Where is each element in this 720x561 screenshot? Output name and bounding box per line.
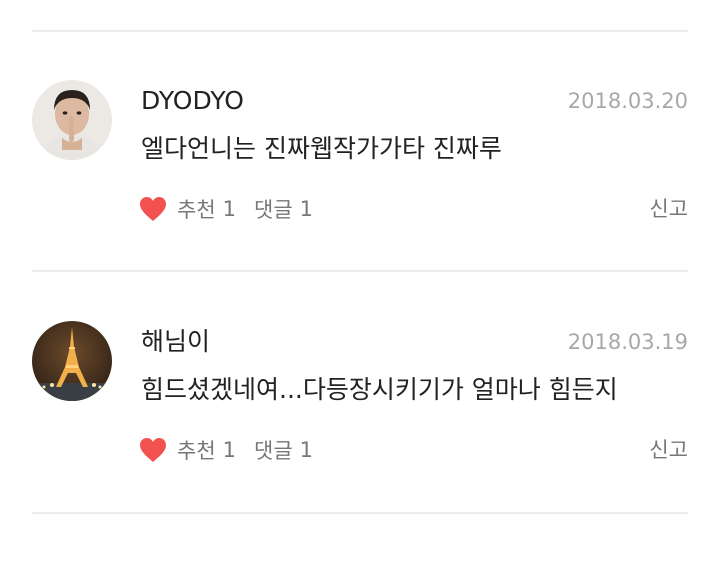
- comment-author[interactable]: DYODYO: [141, 86, 244, 116]
- heart-icon[interactable]: [138, 436, 168, 464]
- comment-actions: 추천 1 댓글 1: [138, 433, 313, 467]
- comment-author[interactable]: 해님이: [141, 327, 210, 357]
- comment-date: 2018.03.19: [567, 330, 688, 354]
- eiffel-tower-icon: [32, 321, 112, 401]
- report-button[interactable]: 신고: [649, 433, 688, 467]
- reply-count: 1: [299, 438, 314, 462]
- like-button[interactable]: 추천: [177, 194, 216, 224]
- like-count: 1: [222, 438, 237, 462]
- reply-count: 1: [299, 197, 314, 221]
- top-divider: [32, 30, 688, 32]
- person-avatar-icon: [32, 80, 112, 160]
- heart-icon[interactable]: [138, 195, 168, 223]
- comment-text: 힘드셨겠네여...다등장시키기가 얼마나 힘든지: [141, 375, 618, 404]
- comment-text: 엘다언니는 진짜웹작가가타 진짜루: [141, 134, 502, 163]
- like-button[interactable]: 추천: [177, 435, 216, 465]
- comment-date: 2018.03.20: [567, 89, 688, 113]
- reply-button[interactable]: 댓글: [254, 194, 293, 224]
- reply-button[interactable]: 댓글: [254, 435, 293, 465]
- comment-divider: [32, 270, 688, 272]
- comment-item: 해님이 2018.03.19 힘드셨겠네여...다등장시키기가 얼마나 힘든지 …: [0, 321, 720, 561]
- comment-item: DYODYO 2018.03.20 엘다언니는 진짜웹작가가타 진짜루 추천 1…: [0, 80, 720, 320]
- user-avatar[interactable]: [32, 80, 112, 160]
- like-count: 1: [222, 197, 237, 221]
- bottom-divider: [32, 512, 688, 514]
- comment-actions: 추천 1 댓글 1: [138, 192, 313, 226]
- report-button[interactable]: 신고: [649, 192, 688, 226]
- user-avatar[interactable]: [32, 321, 112, 401]
